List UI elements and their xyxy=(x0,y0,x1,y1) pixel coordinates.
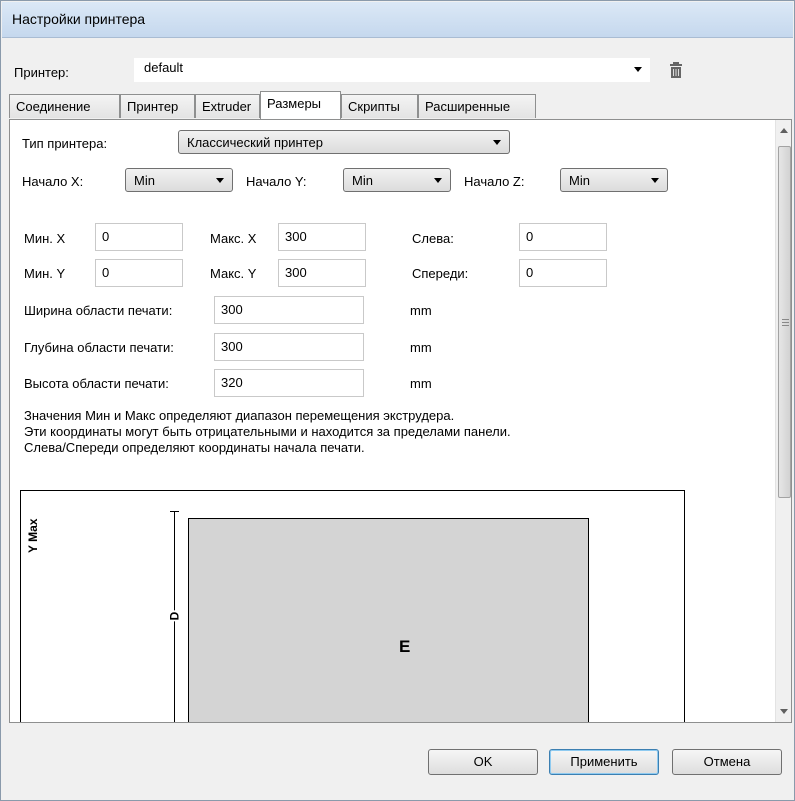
print-width-unit: mm xyxy=(410,303,432,318)
depth-label: D xyxy=(167,610,182,622)
printer-type-label: Тип принтера: xyxy=(22,136,108,151)
min-y-input[interactable]: 0 xyxy=(95,259,183,287)
printer-label: Принтер: xyxy=(14,65,69,80)
chevron-down-icon xyxy=(493,140,501,145)
print-height-unit: mm xyxy=(410,376,432,391)
vertical-scrollbar[interactable] xyxy=(775,120,791,722)
print-bed: E xyxy=(188,518,589,722)
tab-connection[interactable]: Соединение xyxy=(9,94,120,118)
home-y-label: Начало Y: xyxy=(246,174,307,189)
home-z-select[interactable]: Min xyxy=(560,168,668,192)
dimensions-panel: Тип принтера: Классический принтер Начал… xyxy=(9,119,792,723)
printer-settings-window: Настройки принтера Принтер: default Соед… xyxy=(0,0,795,801)
print-depth-input[interactable]: 300 xyxy=(214,333,364,361)
home-x-label: Начало X: xyxy=(22,174,84,189)
home-x-value: Min xyxy=(134,173,155,188)
y-max-label: Y Max xyxy=(26,518,40,553)
printer-type-value: Классический принтер xyxy=(187,135,323,150)
max-y-input[interactable]: 300 xyxy=(278,259,366,287)
note-line-1: Значения Мин и Макс определяют диапазон … xyxy=(24,408,455,423)
note-line-2: Эти координаты могут быть отрицательными… xyxy=(24,424,511,439)
max-x-input[interactable]: 300 xyxy=(278,223,366,251)
tab-printer[interactable]: Принтер xyxy=(120,94,195,118)
note-line-3: Слева/Спереди определяют координаты нача… xyxy=(24,440,365,455)
printer-select-value: default xyxy=(144,60,184,75)
front-input[interactable]: 0 xyxy=(519,259,607,287)
print-height-label: Высота области печати: xyxy=(24,376,169,391)
scroll-up-icon[interactable] xyxy=(780,128,788,133)
front-label: Спереди: xyxy=(412,266,469,281)
print-width-input[interactable]: 300 xyxy=(214,296,364,324)
min-x-input[interactable]: 0 xyxy=(95,223,183,251)
home-z-value: Min xyxy=(569,173,590,188)
tab-extruder[interactable]: Extruder xyxy=(195,94,260,118)
tab-advanced[interactable]: Расширенные xyxy=(418,94,536,118)
printer-select[interactable]: default xyxy=(134,58,650,82)
home-x-select[interactable]: Min xyxy=(125,168,233,192)
print-depth-label: Глубина области печати: xyxy=(24,340,174,355)
chevron-down-icon xyxy=(216,178,224,183)
min-y-label: Мин. Y xyxy=(24,266,66,281)
window-title: Настройки принтера xyxy=(12,11,146,27)
left-label: Слева: xyxy=(412,231,454,246)
home-y-value: Min xyxy=(352,173,373,188)
min-x-label: Мин. X xyxy=(24,231,66,246)
chevron-down-icon xyxy=(651,178,659,183)
print-width-label: Ширина области печати: xyxy=(24,303,173,318)
panel-content: Тип принтера: Классический принтер Начал… xyxy=(10,120,776,722)
chevron-down-icon xyxy=(634,67,642,72)
ok-button[interactable]: OK xyxy=(428,749,538,775)
left-input[interactable]: 0 xyxy=(519,223,607,251)
title-bar: Настройки принтера xyxy=(2,2,793,38)
scrollbar-grip-icon xyxy=(782,319,789,320)
bed-label: E xyxy=(399,637,411,656)
trash-icon[interactable] xyxy=(668,61,684,79)
scrollbar-grip-icon xyxy=(782,325,789,326)
cancel-button[interactable]: Отмена xyxy=(672,749,782,775)
scrollbar-grip-icon xyxy=(782,322,789,323)
apply-button[interactable]: Применить xyxy=(549,749,659,775)
chevron-down-icon xyxy=(434,178,442,183)
max-y-label: Макс. Y xyxy=(210,266,257,281)
scroll-down-icon[interactable] xyxy=(780,709,788,714)
tab-dimensions[interactable]: Размеры xyxy=(260,91,341,119)
print-area-diagram: Y Max D E xyxy=(20,490,685,722)
max-x-label: Макс. X xyxy=(210,231,257,246)
print-height-input[interactable]: 320 xyxy=(214,369,364,397)
print-depth-unit: mm xyxy=(410,340,432,355)
home-y-select[interactable]: Min xyxy=(343,168,451,192)
tab-scripts[interactable]: Скрипты xyxy=(341,94,418,118)
scroll-thumb[interactable] xyxy=(778,146,791,498)
home-z-label: Начало Z: xyxy=(464,174,525,189)
printer-type-select[interactable]: Классический принтер xyxy=(178,130,510,154)
